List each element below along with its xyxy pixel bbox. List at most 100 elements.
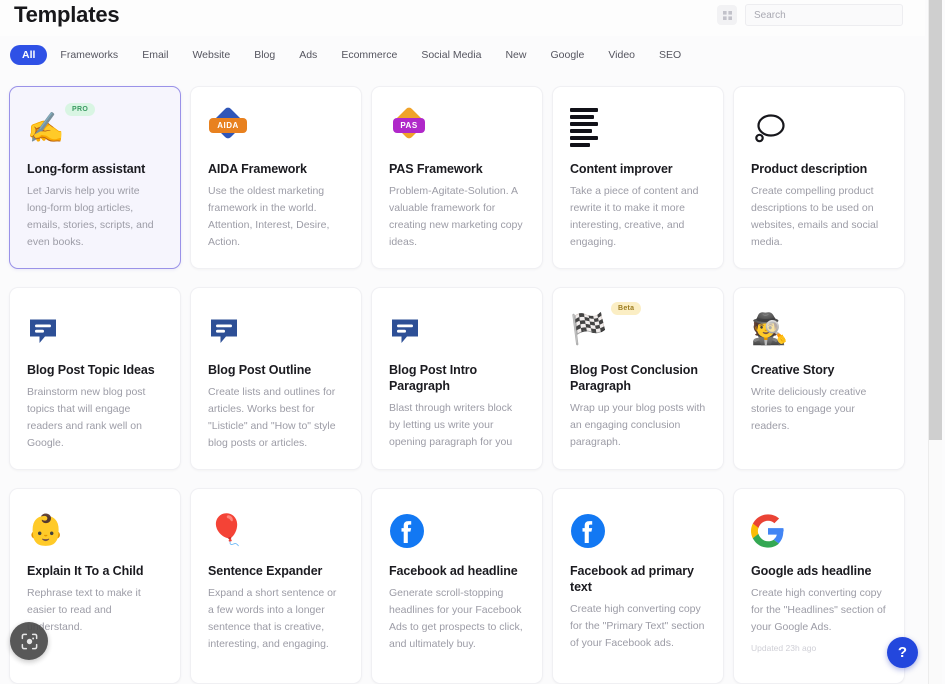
template-card[interactable]: Blog Post Topic Ideas Brainstorm new blog… [9, 287, 181, 470]
filter-pill-frameworks[interactable]: Frameworks [49, 45, 129, 66]
card-title: Product description [751, 162, 868, 176]
filter-pill-video[interactable]: Video [597, 45, 646, 66]
card-title: Content improver [570, 162, 673, 176]
card-description: Create high converting copy for the "Hea… [751, 587, 886, 633]
template-card[interactable]: Beta 🏁 Blog Post Conclusion Paragraph Wrap … [552, 287, 724, 470]
card-icon: 👶 [27, 507, 163, 555]
google-icon [751, 514, 784, 548]
card-title: Long-form assistant [27, 162, 146, 176]
card-title: Explain It To a Child [27, 564, 144, 578]
template-card[interactable]: Facebook ad primary text Create high conv… [552, 488, 724, 684]
card-description: Create high converting copy for the "Pri… [570, 603, 705, 649]
filter-pill-social-media[interactable]: Social Media [410, 45, 492, 66]
card-icon [751, 105, 887, 153]
card-title: Google ads headline [751, 564, 872, 578]
filter-pill-ecommerce[interactable]: Ecommerce [330, 45, 408, 66]
card-icon [389, 507, 525, 555]
template-card[interactable]: Blog Post Intro Paragraph Blast through w… [371, 287, 543, 470]
aida-badge-icon: AIDA [208, 106, 248, 149]
card-title: Facebook ad headline [389, 564, 518, 578]
google-lens-button[interactable] [10, 622, 48, 660]
template-card[interactable]: Blog Post Outline Create lists and outlin… [190, 287, 362, 470]
text-lines-icon [570, 108, 598, 150]
baby-face-icon: 👶 [27, 514, 65, 547]
card-description: Brainstorm new blog post topics that wil… [27, 386, 146, 449]
card-title: Blog Post Conclusion Paragraph [570, 363, 698, 393]
grid-toggle-icon[interactable] [717, 5, 737, 25]
card-icon [27, 306, 163, 354]
card-description: Take a piece of content and rewrite it t… [570, 185, 699, 248]
card-description: Blast through writers block by letting u… [389, 402, 513, 448]
writing-hand-icon: ✍️ [27, 112, 65, 145]
card-title: Blog Post Topic Ideas [27, 363, 155, 377]
filter-pill-website[interactable]: Website [181, 45, 241, 66]
card-description: Problem-Agitate-Solution. A valuable fra… [389, 185, 523, 248]
filter-pill-blog[interactable]: Blog [243, 45, 286, 66]
speech-bubble-outline-icon [755, 114, 785, 143]
page-title: Templates [14, 2, 120, 27]
template-card[interactable]: Content improver Take a piece of content … [552, 86, 724, 269]
storyteller-person-icon: 🕵️ [751, 313, 789, 346]
card-title: AIDA Framework [208, 162, 307, 176]
card-title: Sentence Expander [208, 564, 323, 578]
card-description: Rephrase text to make it easier to read … [27, 587, 141, 633]
card-icon [751, 507, 887, 555]
card-description: Use the oldest marketing framework in th… [208, 185, 330, 248]
card-badge: Beta [611, 302, 642, 315]
card-description: Create compelling product descriptions t… [751, 185, 879, 248]
filter-pill-all[interactable]: All [10, 44, 48, 66]
template-card[interactable]: 🎈 Sentence Expander Expand a short sentenc… [190, 488, 362, 684]
templates-page: Templates AllFrameworksEmailWebsiteBlogA… [0, 0, 945, 684]
card-title: Blog Post Outline [208, 363, 312, 377]
card-icon [208, 306, 344, 354]
blue-chat-icon [30, 319, 56, 343]
search-input[interactable] [754, 9, 894, 21]
help-button[interactable]: ? [887, 637, 918, 668]
card-icon [570, 507, 706, 555]
card-icon [389, 306, 525, 354]
template-card[interactable]: 🕵️ Creative Story Write deliciously creati… [733, 287, 905, 470]
template-card[interactable]: PRO ✍️ Long-form assistant Let Jarvis help … [9, 86, 181, 269]
header-actions [717, 4, 903, 26]
filter-pill-ads[interactable]: Ads [288, 45, 328, 66]
card-description: Let Jarvis help you write long-form blog… [27, 185, 154, 248]
template-card[interactable]: AIDA AIDA Framework Use the oldest marketi… [190, 86, 362, 269]
card-description: Wrap up your blog posts with an engaging… [570, 402, 706, 448]
blue-chat-icon [392, 319, 418, 343]
balloon-icon: 🎈 [208, 514, 246, 547]
card-updated-meta: Updated 23h ago [751, 643, 817, 653]
search-box[interactable] [745, 4, 903, 26]
card-icon: 🎈 [208, 507, 344, 555]
category-filter-bar: All Frameworks Email Website Blog Ads Ecommerc… [10, 42, 692, 68]
template-card[interactable]: Google ads headline Create high convertin… [733, 488, 905, 684]
card-icon: AIDA [208, 105, 344, 153]
vertical-scrollbar-thumb[interactable] [929, 0, 942, 440]
card-icon: PAS [389, 105, 525, 153]
card-title: Blog Post Intro Paragraph [389, 363, 478, 393]
card-title: Creative Story [751, 363, 835, 377]
card-description: Write deliciously creative stories to en… [751, 386, 867, 432]
blue-chat-icon [211, 319, 237, 343]
card-icon: ✍️ [27, 105, 163, 153]
card-icon: 🕵️ [751, 306, 887, 354]
checkered-flag-icon: 🏁 [570, 313, 608, 346]
facebook-icon [390, 514, 424, 548]
template-card[interactable]: PAS PAS Framework Problem-Agitate-Solution… [371, 86, 543, 269]
card-description: Expand a short sentence or a few words i… [208, 587, 337, 650]
filter-pill-seo[interactable]: SEO [648, 45, 692, 66]
card-description: Generate scroll-stopping headlines for y… [389, 587, 523, 650]
card-badge: PRO [65, 103, 96, 116]
card-title: Facebook ad primary text [570, 564, 694, 594]
card-description: Create lists and outlines for articles. … [208, 386, 336, 449]
template-card[interactable]: Facebook ad headline Generate scroll-stop… [371, 488, 543, 684]
facebook-icon [571, 514, 605, 548]
filter-pill-email[interactable]: Email [131, 45, 179, 66]
card-icon [570, 105, 706, 153]
page-header: Templates [0, 0, 925, 36]
pas-badge-icon: PAS [389, 106, 429, 149]
card-title: PAS Framework [389, 162, 483, 176]
template-card[interactable]: Product description Create compelling pro… [733, 86, 905, 269]
template-grid: PRO ✍️ Long-form assistant Let Jarvis help … [9, 86, 921, 684]
filter-pill-new[interactable]: New [494, 45, 537, 66]
filter-pill-google[interactable]: Google [539, 45, 595, 66]
